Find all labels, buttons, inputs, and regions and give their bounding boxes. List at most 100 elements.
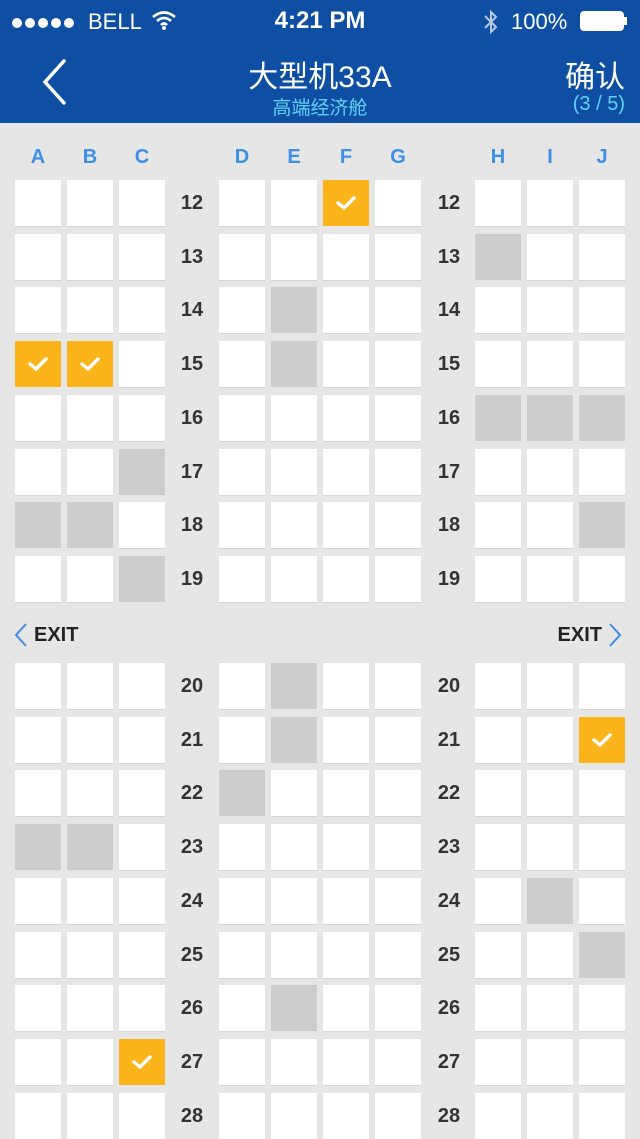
seat-22e[interactable] bbox=[271, 770, 317, 817]
seat-21h[interactable] bbox=[475, 716, 521, 763]
seat-13b[interactable] bbox=[67, 233, 113, 280]
seat-20g[interactable] bbox=[375, 663, 421, 709]
seat-26d[interactable] bbox=[219, 985, 265, 1032]
seat-17g[interactable] bbox=[375, 448, 421, 495]
seat-26i[interactable] bbox=[527, 985, 573, 1032]
seat-22g[interactable] bbox=[375, 770, 421, 817]
seat-26g[interactable] bbox=[375, 985, 421, 1032]
seat-14i[interactable] bbox=[527, 287, 573, 334]
seat-27b[interactable] bbox=[67, 1038, 113, 1085]
seat-14g[interactable] bbox=[375, 287, 421, 334]
seat-22h[interactable] bbox=[475, 770, 521, 817]
seat-24f[interactable] bbox=[323, 877, 369, 924]
seat-20i[interactable] bbox=[527, 663, 573, 709]
seat-27h[interactable] bbox=[475, 1038, 521, 1085]
seat-25f[interactable] bbox=[323, 931, 369, 978]
seat-20c[interactable] bbox=[119, 663, 165, 709]
seat-21i[interactable] bbox=[527, 716, 573, 763]
seat-12i[interactable] bbox=[527, 180, 573, 226]
seat-12a[interactable] bbox=[15, 180, 61, 226]
seat-19h[interactable] bbox=[475, 555, 521, 602]
seat-24c[interactable] bbox=[119, 877, 165, 924]
seat-17b[interactable] bbox=[67, 448, 113, 495]
seat-19b[interactable] bbox=[67, 555, 113, 602]
seat-17e[interactable] bbox=[271, 448, 317, 495]
seat-14j[interactable] bbox=[579, 287, 625, 334]
seat-17i[interactable] bbox=[527, 448, 573, 495]
seat-20j[interactable] bbox=[579, 663, 625, 709]
seat-28d[interactable] bbox=[219, 1092, 265, 1139]
seat-20d[interactable] bbox=[219, 663, 265, 709]
seat-20a[interactable] bbox=[15, 663, 61, 709]
seat-13d[interactable] bbox=[219, 233, 265, 280]
seat-24j[interactable] bbox=[579, 877, 625, 924]
seat-19f[interactable] bbox=[323, 555, 369, 602]
seat-20h[interactable] bbox=[475, 663, 521, 709]
seat-28f[interactable] bbox=[323, 1092, 369, 1139]
seat-13a[interactable] bbox=[15, 233, 61, 280]
seat-23f[interactable] bbox=[323, 824, 369, 871]
seat-25a[interactable] bbox=[15, 931, 61, 978]
seat-26a[interactable] bbox=[15, 985, 61, 1032]
seat-14b[interactable] bbox=[67, 287, 113, 334]
seat-12h[interactable] bbox=[475, 180, 521, 226]
seat-17a[interactable] bbox=[15, 448, 61, 495]
seat-26b[interactable] bbox=[67, 985, 113, 1032]
seat-16g[interactable] bbox=[375, 394, 421, 441]
seat-28g[interactable] bbox=[375, 1092, 421, 1139]
seat-22i[interactable] bbox=[527, 770, 573, 817]
seat-12c[interactable] bbox=[119, 180, 165, 226]
seat-25g[interactable] bbox=[375, 931, 421, 978]
seat-28c[interactable] bbox=[119, 1092, 165, 1139]
seat-12e[interactable] bbox=[271, 180, 317, 226]
seat-23e[interactable] bbox=[271, 824, 317, 871]
seat-12f[interactable] bbox=[323, 180, 369, 226]
seat-19g[interactable] bbox=[375, 555, 421, 602]
seat-13c[interactable] bbox=[119, 233, 165, 280]
seat-24e[interactable] bbox=[271, 877, 317, 924]
seat-26h[interactable] bbox=[475, 985, 521, 1032]
seat-14f[interactable] bbox=[323, 287, 369, 334]
seat-27i[interactable] bbox=[527, 1038, 573, 1085]
seat-21b[interactable] bbox=[67, 716, 113, 763]
seat-12j[interactable] bbox=[579, 180, 625, 226]
seat-12d[interactable] bbox=[219, 180, 265, 226]
seat-22j[interactable] bbox=[579, 770, 625, 817]
seat-26f[interactable] bbox=[323, 985, 369, 1032]
seat-24g[interactable] bbox=[375, 877, 421, 924]
seat-24h[interactable] bbox=[475, 877, 521, 924]
seat-18f[interactable] bbox=[323, 502, 369, 549]
seat-21j[interactable] bbox=[579, 716, 625, 763]
seat-26j[interactable] bbox=[579, 985, 625, 1032]
seat-21g[interactable] bbox=[375, 716, 421, 763]
seat-20f[interactable] bbox=[323, 663, 369, 709]
seat-27d[interactable] bbox=[219, 1038, 265, 1085]
seat-23h[interactable] bbox=[475, 824, 521, 871]
seat-16b[interactable] bbox=[67, 394, 113, 441]
seat-17j[interactable] bbox=[579, 448, 625, 495]
seat-18d[interactable] bbox=[219, 502, 265, 549]
seat-23d[interactable] bbox=[219, 824, 265, 871]
seat-15h[interactable] bbox=[475, 341, 521, 388]
seat-19j[interactable] bbox=[579, 555, 625, 602]
seat-28a[interactable] bbox=[15, 1092, 61, 1139]
seat-16f[interactable] bbox=[323, 394, 369, 441]
seat-28j[interactable] bbox=[579, 1092, 625, 1139]
seat-15b[interactable] bbox=[67, 341, 113, 388]
seat-12b[interactable] bbox=[67, 180, 113, 226]
seat-18g[interactable] bbox=[375, 502, 421, 549]
seat-16a[interactable] bbox=[15, 394, 61, 441]
seat-19a[interactable] bbox=[15, 555, 61, 602]
seat-25d[interactable] bbox=[219, 931, 265, 978]
seat-19i[interactable] bbox=[527, 555, 573, 602]
seat-25c[interactable] bbox=[119, 931, 165, 978]
seat-21f[interactable] bbox=[323, 716, 369, 763]
seat-27a[interactable] bbox=[15, 1038, 61, 1085]
seat-18e[interactable] bbox=[271, 502, 317, 549]
seat-28e[interactable] bbox=[271, 1092, 317, 1139]
seat-14a[interactable] bbox=[15, 287, 61, 334]
seat-24a[interactable] bbox=[15, 877, 61, 924]
seat-16d[interactable] bbox=[219, 394, 265, 441]
seat-24d[interactable] bbox=[219, 877, 265, 924]
seat-20b[interactable] bbox=[67, 663, 113, 709]
